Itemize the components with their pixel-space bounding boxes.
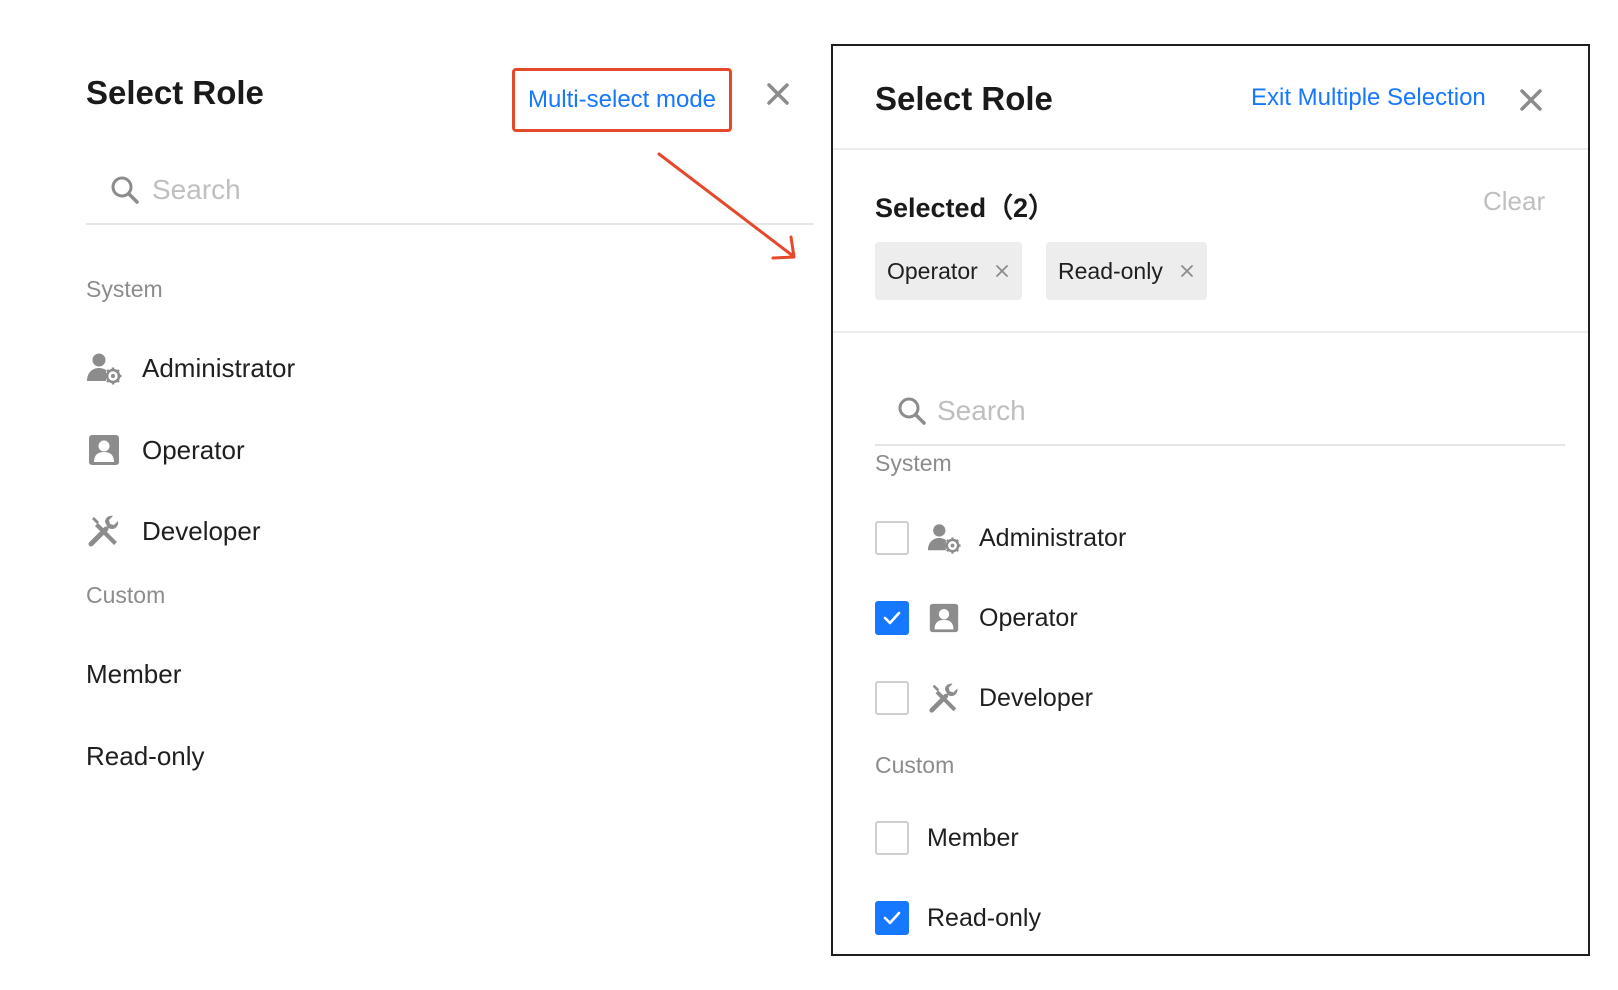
role-option-operator[interactable]: Operator <box>875 598 1565 638</box>
checkbox-checked[interactable] <box>875 601 909 635</box>
role-item-read-only[interactable]: Read-only <box>86 732 786 780</box>
role-item-developer[interactable]: Developer <box>86 507 786 555</box>
tag-label: Operator <box>887 257 978 284</box>
role-option-developer[interactable]: Developer <box>875 678 1565 718</box>
selected-tag-read-only: Read-only <box>1046 242 1207 300</box>
group-label-custom: Custom <box>86 582 166 608</box>
role-option-administrator[interactable]: Administrator <box>875 518 1565 558</box>
role-item-label: Administrator <box>142 352 296 383</box>
dialog-title: Select Role <box>875 80 1053 117</box>
role-option-member[interactable]: Member <box>875 818 1565 858</box>
tag-label: Read-only <box>1058 257 1163 284</box>
role-option-label: Member <box>927 823 1019 852</box>
checkmark-icon <box>883 911 901 925</box>
checkbox-checked[interactable] <box>875 901 909 935</box>
role-item-label: Member <box>86 658 182 689</box>
search-icon <box>898 397 926 425</box>
role-item-label: Operator <box>142 434 245 465</box>
single-select-role-dialog: Select Role Multi-select mode System Adm… <box>0 0 814 990</box>
exit-multiple-selection-button[interactable]: Exit Multiple Selection <box>1251 84 1486 112</box>
role-option-label: Operator <box>979 603 1078 632</box>
search-input[interactable] <box>937 392 1537 430</box>
clear-button[interactable]: Clear <box>1483 186 1545 217</box>
tools-icon <box>929 683 958 713</box>
remove-tag-icon[interactable] <box>1179 263 1195 279</box>
selected-tag-operator: Operator <box>875 242 1022 300</box>
checkbox[interactable] <box>875 681 909 715</box>
dialog-title: Select Role <box>86 74 264 111</box>
tools-icon <box>88 515 119 547</box>
group-label-system: System <box>86 276 163 302</box>
role-option-read-only[interactable]: Read-only <box>875 898 1565 938</box>
user-gear-icon <box>927 524 961 554</box>
user-gear-icon <box>87 353 122 385</box>
search-icon <box>111 176 139 204</box>
role-item-operator[interactable]: Operator <box>86 426 786 474</box>
role-item-label: Developer <box>142 515 261 546</box>
selected-divider <box>833 331 1588 333</box>
role-option-label: Developer <box>979 683 1093 712</box>
role-option-label: Administrator <box>979 523 1127 552</box>
close-icon[interactable] <box>1517 86 1545 114</box>
remove-tag-icon[interactable] <box>994 263 1010 279</box>
close-icon[interactable] <box>764 80 792 108</box>
search-box <box>875 386 1565 446</box>
checkbox[interactable] <box>875 521 909 555</box>
selected-count-label: Selected（2） <box>875 193 1056 223</box>
checkbox[interactable] <box>875 821 909 855</box>
user-card-icon <box>89 435 119 465</box>
checkmark-icon <box>883 611 901 625</box>
group-label-custom: Custom <box>875 752 955 778</box>
multi-select-mode-button[interactable]: Multi-select mode <box>512 68 732 132</box>
header-divider <box>833 148 1588 150</box>
role-item-administrator[interactable]: Administrator <box>86 344 786 392</box>
annotation-arrow-icon <box>657 152 796 260</box>
role-option-label: Read-only <box>927 903 1041 932</box>
role-item-member[interactable]: Member <box>86 650 786 698</box>
user-card-icon <box>929 603 959 633</box>
group-label-system: System <box>875 450 952 476</box>
multi-select-role-dialog: Select Role Exit Multiple Selection Sele… <box>831 44 1590 956</box>
role-item-label: Read-only <box>86 740 205 771</box>
